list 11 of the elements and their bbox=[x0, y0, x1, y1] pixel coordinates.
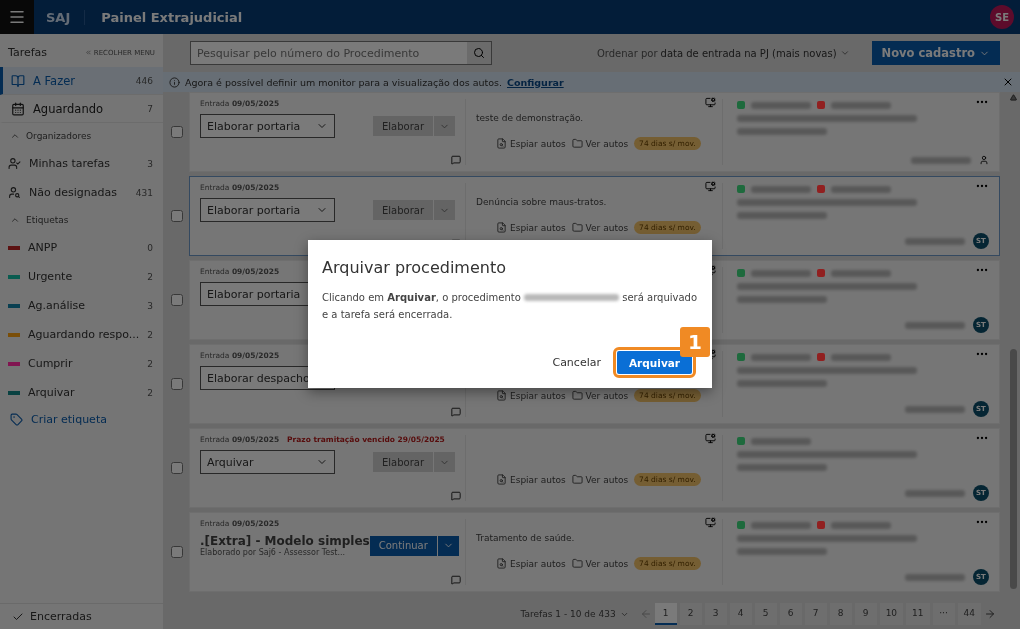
description: teste de demonstração. bbox=[476, 113, 585, 125]
description: Tratamento de saúde. bbox=[476, 533, 576, 545]
sidebar-title: Tarefas bbox=[8, 46, 48, 59]
document-subtitle: Elaborado por Saj6 - Assessor Test... bbox=[200, 548, 346, 557]
app-name: SAJ bbox=[46, 9, 71, 25]
step-marker: 1 bbox=[680, 327, 710, 357]
document-title: .[Extra] - Modelo simples bbox=[200, 534, 370, 548]
page-title: Painel Extrajudicial bbox=[84, 9, 243, 25]
dialog-title: Arquivar procedimento bbox=[322, 258, 507, 277]
description: Denúncia sobre maus-tratos. bbox=[476, 197, 608, 209]
banner-text: Agora é possível definir um monitor para a visualização dos autos. bbox=[185, 76, 502, 88]
